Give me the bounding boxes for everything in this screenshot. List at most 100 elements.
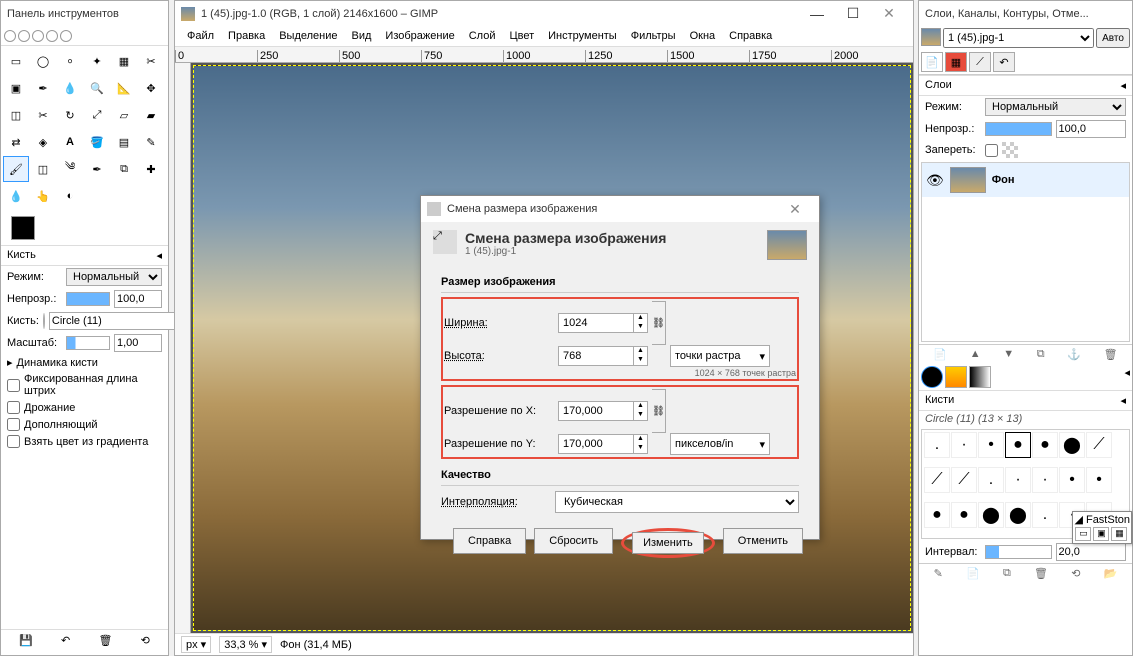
gradient-swatch[interactable] [969,366,991,388]
edit-brush-icon[interactable]: ✎ [934,567,943,580]
tool-scale[interactable]: ⤢ [84,102,110,128]
opacity-value[interactable] [114,290,162,308]
tool-measure[interactable]: 📐 [111,75,137,101]
brush-item[interactable]: • [1059,467,1085,493]
tool-fg-select[interactable]: ▣ [3,75,29,101]
dynamics-expander[interactable]: ▸Динамика кисти [1,354,168,371]
tool-by-color[interactable]: ▦ [111,48,137,74]
tool-scissors[interactable]: ✂ [138,48,164,74]
menu-image[interactable]: Изображение [379,28,460,44]
layers-menu-icon[interactable]: ◂ [1120,79,1126,92]
menu-color[interactable]: Цвет [503,28,540,44]
fg-bg-swatch[interactable] [1,211,168,245]
tool-shear[interactable]: ▱ [111,102,137,128]
raise-layer-icon[interactable]: ▲ [970,348,981,361]
dialog-close-button[interactable]: ✕ [777,197,813,222]
swatch-menu-icon[interactable]: ◂ [1124,366,1130,388]
brush-item[interactable]: • [978,432,1004,458]
menu-help[interactable]: Справка [723,28,778,44]
tool-dodge[interactable]: ◐ [57,183,83,209]
undo-tab[interactable]: ↶ [993,52,1015,72]
tool-paths[interactable]: ✒ [30,75,56,101]
resx-spinner[interactable]: ▲▼ [633,402,647,420]
tool-clone[interactable]: ⧉ [111,156,137,182]
layer-opacity-slider[interactable] [985,122,1052,136]
brush-item[interactable]: ● [924,502,950,528]
res-link-icon[interactable]: ⛓ [652,389,666,433]
jitter-check[interactable] [7,401,20,414]
height-input[interactable] [559,347,633,365]
delete-layer-icon[interactable]: 🗑 [1104,348,1118,361]
refresh-brush-icon[interactable]: ⟲ [1071,567,1080,580]
interval-value[interactable] [1056,543,1127,561]
scale-slider[interactable] [66,336,110,350]
dup-brush-icon[interactable]: ⧉ [1003,567,1011,580]
del-brush-icon[interactable]: 🗑 [1034,567,1048,580]
opacity-slider[interactable] [66,292,110,306]
duplicate-layer-icon[interactable]: ⧉ [1037,348,1045,361]
mode-select[interactable]: Нормальный [66,268,162,286]
tool-ellipse-select[interactable]: ◯ [30,48,56,74]
brush-item[interactable]: ● [951,502,977,528]
tool-pencil[interactable]: ✎ [138,129,164,155]
tool-heal[interactable]: ✚ [138,156,164,182]
brush-item[interactable]: ● [1032,432,1058,458]
tool-perspective[interactable]: ▰ [138,102,164,128]
reset-button[interactable]: Сбросить [534,528,613,554]
tool-smudge[interactable]: 👆 [30,183,56,209]
size-units-select[interactable]: точки растра▾ [670,345,770,367]
close-button[interactable]: ✕ [871,1,907,26]
res-units-select[interactable]: пикселов/in▾ [670,433,770,455]
brush-item[interactable]: . [978,467,1004,493]
image-selector[interactable]: 1 (45).jpg-1 [943,28,1094,48]
fs-btn[interactable]: ▣ [1093,527,1109,541]
menu-tools[interactable]: Инструменты [542,28,623,44]
layers-tab[interactable]: 📄 [921,52,943,72]
size-link-icon[interactable]: ⛓ [652,301,666,345]
paths-tab[interactable]: ⟋ [969,52,991,72]
layer-name[interactable]: Фон [992,174,1015,186]
fixed-length-check[interactable] [7,379,20,392]
resy-spinner[interactable]: ▲▼ [633,435,647,453]
brush-item[interactable]: ⬤ [1059,432,1085,458]
interval-slider[interactable] [985,545,1052,559]
brush-item[interactable]: • [1086,467,1112,493]
tool-fuzzy-select[interactable]: ✦ [84,48,110,74]
tool-lasso[interactable]: ⸰ [57,48,83,74]
status-units[interactable]: px ▾ [181,636,211,653]
menu-file[interactable]: Файл [181,28,220,44]
brush-item[interactable]: ⟋ [924,467,950,493]
additive-check[interactable] [7,418,20,431]
width-spinner[interactable]: ▲▼ [633,314,647,332]
brush-preview-icon[interactable] [43,313,45,329]
fs-btn[interactable]: ▦ [1111,527,1127,541]
maximize-button[interactable]: ☐ [835,1,871,26]
height-spinner[interactable]: ▲▼ [633,347,647,365]
tool-cage[interactable]: ◈ [30,129,56,155]
menu-windows[interactable]: Окна [684,28,722,44]
menu-edit[interactable]: Правка [222,28,271,44]
brush-item[interactable]: . [924,432,950,458]
tool-text[interactable]: A [57,129,83,155]
tool-paintbrush[interactable]: 🖌 [3,156,29,182]
help-button[interactable]: Справка [453,528,526,554]
brush-item[interactable]: ⟋ [1086,432,1112,458]
delete-options-icon[interactable]: 🗑 [98,634,112,647]
tool-crop[interactable]: ✂ [30,102,56,128]
tool-eraser[interactable]: ◫ [30,156,56,182]
ok-button[interactable]: Изменить [632,532,704,554]
options-menu-icon[interactable]: ◂ [156,249,162,262]
lock-pixels-check[interactable] [985,144,998,157]
minimize-button[interactable]: — [799,1,835,26]
brush-item[interactable]: ● [1005,432,1031,458]
pattern-swatch[interactable] [945,366,967,388]
visibility-icon[interactable]: 👁 [926,172,944,189]
tool-zoom[interactable]: 🔍 [84,75,110,101]
status-zoom[interactable]: 33,3 % ▾ [219,636,272,653]
brush-item[interactable]: ⬤ [978,502,1004,528]
tool-rotate[interactable]: ↻ [57,102,83,128]
tool-bucket[interactable]: 🪣 [84,129,110,155]
tool-blur[interactable]: 💧 [3,183,29,209]
resy-input[interactable] [559,435,633,453]
tool-rect-select[interactable]: ▭ [3,48,29,74]
